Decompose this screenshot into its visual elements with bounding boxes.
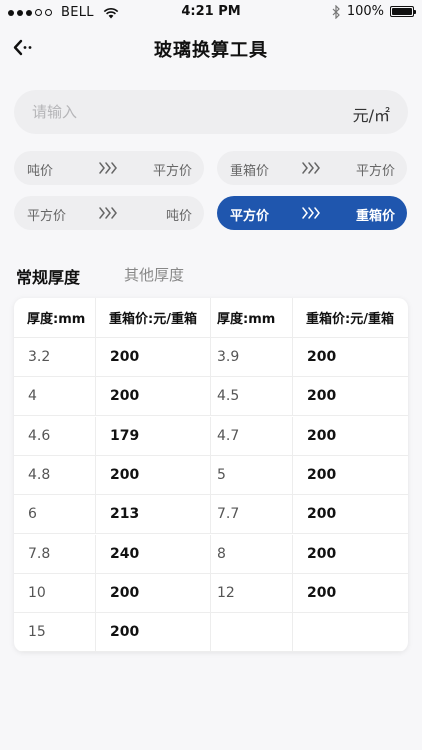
table-cell: 200 bbox=[293, 456, 408, 495]
triple-chevron-right-icon bbox=[302, 207, 320, 219]
table-header: 重箱价:元/重箱 bbox=[96, 298, 211, 338]
battery-fill bbox=[392, 8, 412, 15]
table-cell: 200 bbox=[96, 455, 211, 495]
table-cell: 12 bbox=[211, 573, 293, 613]
table-cell: 15 bbox=[14, 613, 96, 652]
triple-chevron-right-icon bbox=[99, 207, 117, 219]
mode-from-label: 平方价 bbox=[27, 209, 67, 224]
price-input[interactable] bbox=[32, 90, 322, 134]
table-cell: 200 bbox=[293, 535, 408, 574]
table-cell: 7.7 bbox=[211, 495, 293, 535]
table-cell: 200 bbox=[293, 417, 408, 456]
table-cell: 200 bbox=[293, 574, 408, 613]
table-cell: 4 bbox=[14, 377, 96, 417]
table-cell: 179 bbox=[96, 416, 211, 456]
input-unit: 元/㎡ bbox=[352, 106, 390, 125]
mode-from-label: 平方价 bbox=[230, 209, 270, 224]
table-cell: 8 bbox=[211, 534, 293, 574]
mode-to-label: 吨价 bbox=[165, 209, 192, 224]
table-cell: 5 bbox=[211, 455, 293, 495]
table-cell: 3.9 bbox=[211, 338, 293, 377]
table-cell: 10 bbox=[14, 573, 96, 613]
table-cell: 200 bbox=[293, 495, 408, 535]
table-cell: 213 bbox=[96, 495, 211, 535]
table-header: 重箱价:元/重箱 bbox=[293, 298, 408, 338]
mode-sqm-to-case[interactable]: 平方价 重箱价 bbox=[217, 196, 407, 230]
table-cell: 200 bbox=[96, 573, 211, 613]
triple-chevron-right-icon bbox=[99, 162, 117, 174]
table-cell: 3.2 bbox=[14, 338, 96, 377]
mode-case-to-sqm[interactable]: 重箱价 平方价 bbox=[217, 151, 407, 185]
bluetooth-icon bbox=[332, 4, 340, 19]
table-cell bbox=[211, 613, 293, 652]
table-cell: 200 bbox=[96, 377, 211, 417]
battery-percent: 100% bbox=[346, 4, 384, 19]
table-cell bbox=[293, 613, 408, 652]
tab-other-thickness[interactable]: 其他厚度 bbox=[124, 264, 184, 285]
table-cell: 200 bbox=[293, 338, 408, 377]
nav-bar: 玻璃换算工具 bbox=[0, 26, 422, 70]
status-bar: BELL 4:21 PM 100% bbox=[0, 0, 422, 26]
table-header: 厚度:mm bbox=[211, 298, 293, 338]
mode-from-label: 吨价 bbox=[27, 164, 54, 179]
table-cell: 240 bbox=[96, 534, 211, 574]
page-title: 玻璃换算工具 bbox=[154, 40, 268, 61]
table-cell: 7.8 bbox=[14, 534, 96, 574]
table-cell: 6 bbox=[14, 495, 96, 535]
mode-ton-to-sqm[interactable]: 吨价 平方价 bbox=[14, 151, 204, 185]
mode-sqm-to-ton[interactable]: 平方价 吨价 bbox=[14, 196, 204, 230]
battery-icon bbox=[390, 6, 416, 17]
table-cell: 4.5 bbox=[211, 377, 293, 417]
status-right: 100% bbox=[331, 4, 416, 19]
mode-to-label: 平方价 bbox=[355, 164, 395, 179]
table-cell: 4.6 bbox=[14, 416, 96, 456]
table-cell: 4.8 bbox=[14, 455, 96, 495]
table-cell: 200 bbox=[293, 377, 408, 417]
price-table: 厚度:mm 重箱价:元/重箱 厚度:mm 重箱价:元/重箱 3.2 200 3.9 2… bbox=[14, 298, 408, 652]
table-cell: 4.7 bbox=[211, 416, 293, 456]
table-cell: 200 bbox=[96, 613, 211, 652]
tab-standard-thickness[interactable]: 常规厚度 bbox=[16, 264, 80, 288]
mode-from-label: 重箱价 bbox=[230, 164, 270, 179]
triple-chevron-right-icon bbox=[302, 162, 320, 174]
mode-to-label: 重箱价 bbox=[355, 209, 395, 224]
mode-to-label: 平方价 bbox=[152, 164, 192, 179]
price-input-field[interactable]: 元/㎡ bbox=[14, 90, 408, 134]
table-cell: 200 bbox=[96, 338, 211, 377]
table-header: 厚度:mm bbox=[14, 298, 96, 338]
